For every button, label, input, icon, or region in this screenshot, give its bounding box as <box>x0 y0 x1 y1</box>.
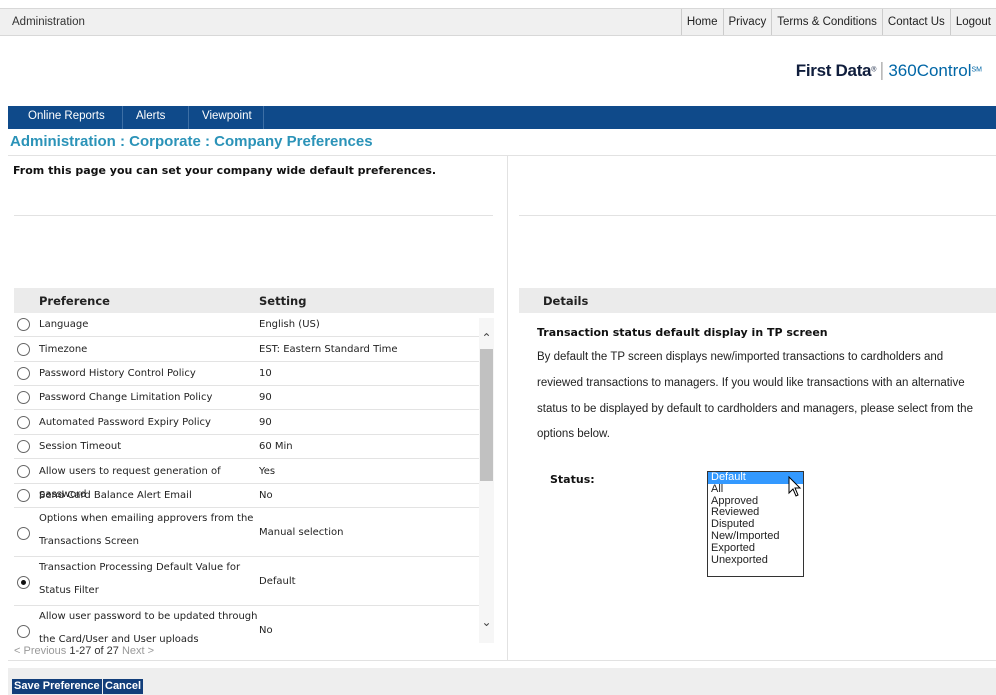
home-link[interactable]: Home <box>680 9 723 35</box>
preference-setting: No <box>259 490 273 501</box>
logo-brand: First Data <box>795 61 872 80</box>
scroll-up-arrow-icon[interactable]: ⌃ <box>480 331 493 345</box>
preference-setting: 90 <box>259 417 272 428</box>
logout-link[interactable]: Logout <box>949 9 996 35</box>
nav-viewpoint[interactable]: Viewpoint <box>202 110 252 122</box>
intro-text: From this page you can set your company … <box>13 164 437 177</box>
nav-alerts[interactable]: Alerts <box>136 110 165 122</box>
preference-setting: Default <box>259 576 296 587</box>
nav-online-reports[interactable]: Online Reports <box>28 110 105 122</box>
preference-setting: 60 Min <box>259 441 293 452</box>
preference-row[interactable]: Timezone EST: Eastern Standard Time <box>14 337 479 362</box>
preference-radio[interactable] <box>17 489 30 502</box>
preference-name: Timezone <box>39 344 88 355</box>
preference-row[interactable]: Session Timeout 60 Min <box>14 435 479 459</box>
nav-divider <box>188 106 189 129</box>
preference-setting: English (US) <box>259 319 320 330</box>
preference-row[interactable]: Language English (US) <box>14 313 479 337</box>
divider <box>8 660 996 661</box>
divider <box>519 215 996 216</box>
preference-name: Options when emailing approvers from the… <box>39 513 254 547</box>
page-range: 1-27 of 27 <box>69 645 119 657</box>
top-bar: Administration Home Privacy Terms & Cond… <box>0 8 996 36</box>
preference-name: Password Change Limitation Policy <box>39 392 213 403</box>
preference-radio[interactable] <box>17 465 30 478</box>
preference-row[interactable]: Options when emailing approvers from the… <box>14 508 479 557</box>
status-label: Status: <box>550 473 595 486</box>
section-label: Administration <box>12 16 85 28</box>
preference-setting: No <box>259 625 273 636</box>
nav-divider <box>122 106 123 129</box>
preference-row[interactable]: Send Card Balance Alert Email No <box>14 484 479 508</box>
divider <box>14 215 493 216</box>
main-nav: Online Reports Alerts Viewpoint <box>8 106 996 129</box>
preference-radio[interactable] <box>17 367 30 380</box>
details-body: By default the TP screen displays new/im… <box>537 351 973 441</box>
column-divider <box>507 155 508 660</box>
preference-setting: Yes <box>259 466 276 477</box>
logo-reg-mark: ® <box>871 66 877 74</box>
preference-radio[interactable] <box>17 343 30 356</box>
preference-setting: EST: Eastern Standard Time <box>259 344 398 355</box>
preference-name: Transaction Processing Default Value for… <box>39 562 241 596</box>
brand-logo: First Data® | 360ControlSM <box>796 60 982 82</box>
preference-setting: 10 <box>259 368 272 379</box>
scrollbar-thumb[interactable] <box>480 349 493 481</box>
preference-radio[interactable] <box>17 318 30 331</box>
pagination: < Previous 1-27 of 27 Next > <box>14 645 154 657</box>
preference-radio[interactable] <box>17 527 30 540</box>
save-preference-button[interactable]: Save Preference <box>12 679 102 694</box>
preference-name: Password History Control Policy <box>39 368 196 379</box>
terms-link[interactable]: Terms & Conditions <box>771 9 882 35</box>
preference-name: Send Card Balance Alert Email <box>39 490 192 501</box>
status-option[interactable]: Exported <box>708 542 803 555</box>
privacy-link[interactable]: Privacy <box>722 9 772 35</box>
footer-bar <box>8 668 996 695</box>
preference-name: Language <box>39 319 89 330</box>
preferences-list: Language English (US) Timezone EST: East… <box>14 313 479 646</box>
cancel-button[interactable]: Cancel <box>103 679 144 694</box>
preference-row[interactable]: Allow users to request generation of pas… <box>14 459 479 500</box>
preference-row[interactable]: Automated Password Expiry Policy 90 <box>14 410 479 435</box>
logo-separator: | <box>879 60 885 81</box>
preference-radio-selected[interactable] <box>17 576 30 589</box>
col-setting-header: Setting <box>259 294 307 308</box>
divider <box>8 155 996 156</box>
previous-page-link[interactable]: < Previous <box>14 645 66 657</box>
col-preference-header: Preference <box>39 294 110 308</box>
nav-divider <box>263 106 264 129</box>
preference-setting: Manual selection <box>259 527 344 538</box>
details-title: Transaction status default display in TP… <box>537 326 828 339</box>
preference-row[interactable]: Password Change Limitation Policy 90 <box>14 386 479 410</box>
preference-radio[interactable] <box>17 440 30 453</box>
logo-tm-mark: SM <box>971 66 983 74</box>
scroll-down-arrow-icon[interactable]: ⌄ <box>480 615 493 629</box>
next-page-link[interactable]: Next > <box>122 645 154 657</box>
preference-radio[interactable] <box>17 416 30 429</box>
preference-row[interactable]: Transaction Processing Default Value for… <box>14 557 479 606</box>
preference-radio[interactable] <box>17 391 30 404</box>
status-option[interactable]: Unexported <box>708 554 803 567</box>
preference-row[interactable]: Password History Control Policy 10 <box>14 362 479 386</box>
preference-name: Allow user password to be updated throug… <box>39 611 258 645</box>
top-links: Home Privacy Terms & Conditions Contact … <box>680 9 996 35</box>
logo-product: 360Control <box>888 61 972 80</box>
page-title: Administration : Corporate : Company Pre… <box>10 133 373 150</box>
preference-radio[interactable] <box>17 625 30 638</box>
preferences-table-header: Preference Setting <box>14 288 494 313</box>
details-header: Details <box>519 288 996 313</box>
contact-link[interactable]: Contact Us <box>881 9 950 35</box>
preference-name: Automated Password Expiry Policy <box>39 417 211 428</box>
mouse-pointer-icon <box>788 476 802 497</box>
preference-name: Session Timeout <box>39 441 122 452</box>
status-option[interactable]: New/Imported <box>708 530 803 543</box>
preference-row[interactable]: Allow user password to be updated throug… <box>14 606 479 646</box>
details-header-label: Details <box>543 294 589 308</box>
preference-setting: 90 <box>259 392 272 403</box>
